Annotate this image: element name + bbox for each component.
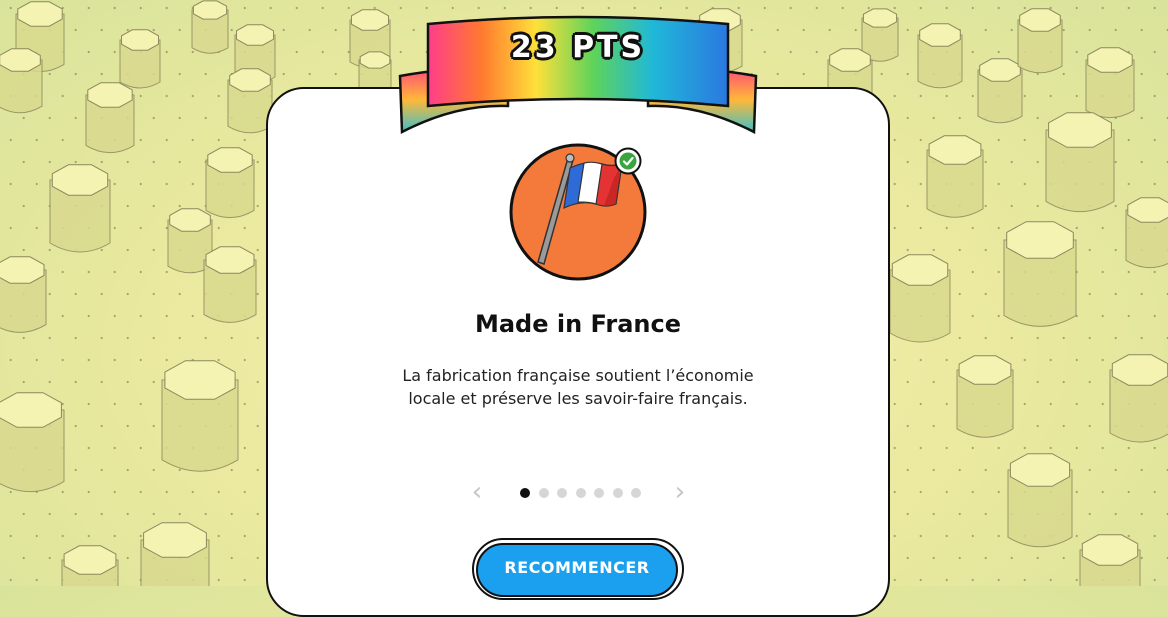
- pillar-shape: [1007, 453, 1073, 548]
- pagination-dot[interactable]: [612, 488, 623, 498]
- pagination-dot[interactable]: [594, 488, 604, 498]
- pillar-shape: [191, 0, 229, 54]
- pillar-shape: [1003, 221, 1077, 327]
- pillar-shape: [0, 392, 65, 492]
- pillar-shape: [889, 254, 951, 343]
- pillar-shape: [49, 164, 111, 253]
- pillar-shape: [0, 256, 47, 333]
- description-line-2: locale et préserve les savoir-faire fran…: [408, 389, 748, 408]
- previous-arrow-icon[interactable]: ‹: [465, 478, 489, 506]
- pagination-dot[interactable]: [557, 488, 567, 498]
- next-arrow-icon[interactable]: ›: [668, 478, 692, 506]
- pillar-shape: [1079, 534, 1141, 586]
- pillar-shape: [1085, 47, 1135, 119]
- pillar-shape: [119, 29, 161, 89]
- pillar-shape: [926, 135, 984, 218]
- pillar-shape: [1017, 8, 1063, 74]
- pillar-shape: [1045, 112, 1115, 212]
- pagination-dots: [520, 488, 641, 498]
- pillar-shape: [956, 355, 1014, 438]
- pagination-dot[interactable]: [631, 488, 641, 498]
- pillar-shape: [977, 58, 1023, 124]
- pillar-shape: [205, 147, 255, 219]
- pillar-shape: [61, 545, 119, 586]
- pagination-dot[interactable]: [520, 488, 530, 498]
- achievement-title: Made in France: [474, 310, 682, 338]
- check-icon: [614, 147, 642, 175]
- restart-button[interactable]: RECOMMENCER: [476, 543, 678, 597]
- score-label: 23 PTS: [510, 30, 646, 65]
- pillar-shape: [1109, 354, 1168, 443]
- pillar-shape: [161, 360, 239, 472]
- pagination-dot[interactable]: [538, 488, 549, 498]
- pillar-shape: [917, 23, 963, 89]
- pillar-shape: [140, 522, 210, 586]
- pillar-shape: [1125, 197, 1168, 269]
- achievement-description: La fabrication française soutient l’écon…: [356, 364, 800, 410]
- pillar-shape: [203, 246, 257, 323]
- description-line-1: La fabrication française soutient l’écon…: [402, 366, 754, 385]
- pillar-shape: [0, 48, 43, 114]
- pillar-shape: [85, 82, 135, 154]
- pagination-dot[interactable]: [575, 488, 586, 498]
